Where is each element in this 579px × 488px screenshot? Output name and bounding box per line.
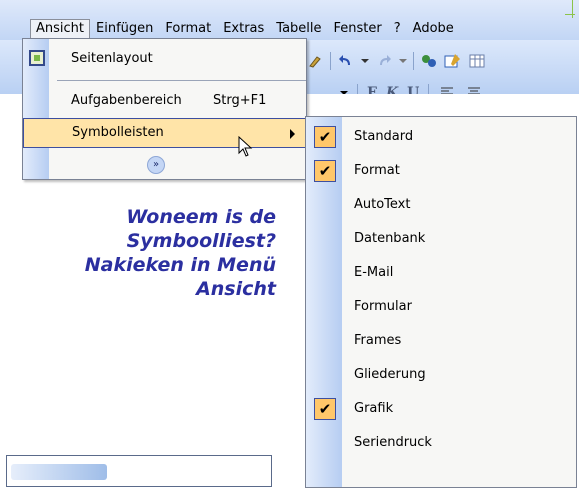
- toolbar-item-label: Gliederung: [354, 367, 426, 382]
- menu-item-label: Symbolleisten: [72, 125, 164, 140]
- check-icon: ✔: [314, 398, 336, 420]
- submenu-arrow-icon: [290, 129, 295, 139]
- format-painter-icon[interactable]: [306, 52, 324, 70]
- insert-table-icon[interactable]: [468, 52, 486, 70]
- dropdown-arrow-icon[interactable]: [361, 52, 369, 70]
- callout-line: Ansicht: [196, 278, 276, 300]
- toolbar-separator: [413, 52, 414, 70]
- toolbar-item-format[interactable]: ✔ Format: [306, 154, 576, 188]
- toolbar-item-datenbank[interactable]: Datenbank: [306, 222, 576, 256]
- menu-item-seitenlayout[interactable]: Seitenlayout: [23, 44, 306, 74]
- menu-extras[interactable]: Extras: [217, 19, 270, 39]
- symbolleisten-menu: ✔ Standard ✔ Format AutoText Datenbank E…: [305, 116, 577, 488]
- menu-help-label: ?: [393, 21, 401, 36]
- toolbar-item-label: Seriendruck: [354, 435, 432, 450]
- redo-icon[interactable]: [375, 52, 393, 70]
- menu-einfuegen-label: Einfügen: [96, 21, 154, 36]
- menu-adobe-label: Adobe: [412, 21, 454, 36]
- menu-tabelle-label: Tabelle: [276, 21, 322, 36]
- toolbar-item-label: Datenbank: [354, 231, 426, 246]
- toolbar-item-gliederung[interactable]: Gliederung: [306, 358, 576, 392]
- menu-adobe[interactable]: Adobe: [407, 19, 460, 39]
- undo-icon[interactable]: [337, 52, 355, 70]
- menu-fenster-label: Fenster: [333, 21, 382, 36]
- toolbar-separator: [330, 52, 331, 70]
- menu-item-expand[interactable]: »: [23, 149, 306, 179]
- green-tick: [565, 14, 575, 15]
- menu-fenster[interactable]: Fenster: [328, 19, 388, 39]
- menu-item-symbolleisten[interactable]: Symbolleisten: [23, 118, 306, 148]
- tables-borders-icon[interactable]: [444, 52, 462, 70]
- callout-text: Woneem is de Symboolliest? Nakieken in M…: [40, 205, 276, 301]
- menu-separator: [57, 80, 306, 81]
- toolbar-item-label: Frames: [354, 333, 402, 348]
- toolbar-item-seriendruck[interactable]: Seriendruck: [306, 426, 576, 460]
- expand-chevrons-icon: »: [147, 156, 165, 174]
- ansicht-menu: Seitenlayout Aufgabenbereich Strg+F1 Sym…: [22, 38, 307, 180]
- callout-line: Nakieken in Menü: [84, 254, 276, 276]
- menu-tabelle[interactable]: Tabelle: [270, 19, 327, 39]
- check-icon: ✔: [314, 126, 336, 148]
- inset-window: [6, 455, 272, 487]
- toolbar-item-frames[interactable]: Frames: [306, 324, 576, 358]
- callout-line: Symboolliest?: [126, 230, 276, 252]
- inset-titlebar: [11, 464, 107, 480]
- hyperlink-icon[interactable]: [420, 52, 438, 70]
- callout-line: Woneem is de: [126, 206, 276, 228]
- toolbar-standard: [306, 52, 486, 70]
- menu-item-shortcut: Strg+F1: [213, 93, 267, 108]
- menubar: Ansicht Einfügen Format Extras Tabelle F…: [0, 0, 579, 41]
- green-line: [572, 0, 573, 18]
- toolbar-item-email[interactable]: E-Mail: [306, 256, 576, 290]
- toolbar-item-formular[interactable]: Formular: [306, 290, 576, 324]
- menu-ansicht-label: Ansicht: [36, 21, 85, 36]
- menu-extras-label: Extras: [223, 21, 265, 36]
- toolbar-item-label: Format: [354, 163, 400, 178]
- menu-format-label: Format: [165, 21, 212, 36]
- toolbar-item-grafik[interactable]: ✔ Grafik: [306, 392, 576, 426]
- page-layout-icon: [29, 50, 45, 66]
- toolbar-item-standard[interactable]: ✔ Standard: [306, 120, 576, 154]
- dropdown-arrow-icon[interactable]: [399, 52, 407, 70]
- menu-format[interactable]: Format: [159, 19, 217, 39]
- menu-einfuegen[interactable]: Einfügen: [90, 19, 159, 39]
- toolbar-item-label: Grafik: [354, 401, 394, 416]
- mouse-cursor-icon: [238, 135, 254, 163]
- menubar-items: Ansicht Einfügen Format Extras Tabelle F…: [30, 19, 460, 39]
- toolbar-item-label: Formular: [354, 299, 412, 314]
- toolbar-item-label: AutoText: [354, 197, 411, 212]
- menu-item-aufgabenbereich[interactable]: Aufgabenbereich Strg+F1: [23, 86, 306, 116]
- toolbar-item-label: Standard: [354, 129, 414, 144]
- toolbar-item-autotext[interactable]: AutoText: [306, 188, 576, 222]
- menu-item-label: Seitenlayout: [71, 51, 153, 66]
- menu-item-label: Aufgabenbereich: [71, 93, 182, 108]
- menu-help[interactable]: ?: [388, 19, 407, 39]
- toolbar-item-label: E-Mail: [354, 265, 394, 280]
- menu-ansicht[interactable]: Ansicht: [30, 19, 91, 39]
- check-icon: ✔: [314, 160, 336, 182]
